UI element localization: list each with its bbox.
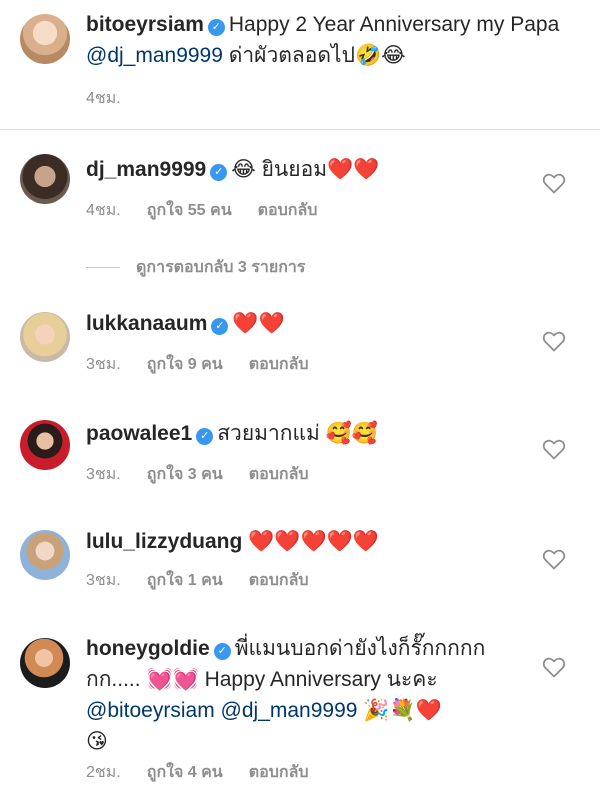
reply-button[interactable]: ตอบกลับ [249, 764, 309, 781]
comment-time: 3ชม. [86, 466, 121, 483]
comment-text: สวยมากแม่ [217, 422, 326, 445]
caption-text-thai: ด่าผัวตลอดไป [222, 44, 355, 67]
comment-likes[interactable]: ถูกใจ 3 คน [147, 466, 223, 483]
caption-time: 4ชม. [86, 90, 121, 107]
verified-badge-icon: ✓ [210, 164, 228, 181]
comment-meta: 4ชม. ถูกใจ 55 คน ตอบกลับ [86, 198, 343, 223]
caption-meta: 4ชม. [86, 86, 147, 111]
heart-outline-icon[interactable] [542, 438, 566, 460]
comment-likes[interactable]: ถูกใจ 55 คน [147, 202, 232, 219]
comment-body: paowalee1 ✓ สวยมากแม่ 🥰🥰 [86, 418, 530, 449]
verified-badge-icon: ✓ [213, 643, 231, 660]
heart-outline-icon[interactable] [542, 330, 566, 352]
comment-emojis: 🥰🥰 [325, 421, 379, 445]
divider-line [86, 267, 120, 268]
comment-avatar[interactable] [20, 312, 70, 362]
comment-username[interactable]: paowalee1 [86, 422, 192, 445]
reply-button[interactable]: ตอบกลับ [249, 466, 309, 483]
heart-outline-icon[interactable] [542, 656, 566, 678]
caption-author-avatar[interactable] [20, 14, 70, 64]
caption-username[interactable]: bitoeyrsiam [86, 13, 204, 36]
reply-button[interactable]: ตอบกลับ [249, 572, 309, 589]
caption-mention[interactable]: @dj_man9999 [86, 44, 223, 67]
comment-text: กก..... [86, 668, 147, 691]
comment-avatar[interactable] [20, 420, 70, 470]
comment-avatar[interactable] [20, 638, 70, 688]
post-caption: bitoeyrsiam ✓ Happy 2 Year Anniversary my … [0, 0, 600, 130]
comment-meta: 3ชม. ถูกใจ 1 คน ตอบกลับ [86, 568, 335, 593]
caption-text: Happy 2 Year Anniversary my Papa [228, 13, 560, 36]
comment-username[interactable]: honeygoldie [86, 637, 210, 660]
comment-body: dj_man9999 ✓ 😂 ยินยอม❤️❤️ [86, 154, 530, 185]
comment-emoji: 😂 [231, 157, 256, 181]
comment-meta: 3ชม. ถูกใจ 9 คน ตอบกลับ [86, 352, 335, 377]
comment-body: lukkanaaum ✓ ❤️❤️ [86, 308, 530, 339]
comment-time: 2ชม. [86, 764, 121, 781]
comment-likes[interactable]: ถูกใจ 1 คน [147, 572, 223, 589]
verified-badge-icon: ✓ [211, 318, 229, 335]
view-replies-button[interactable]: ดูการตอบกลับ 3 รายการ [86, 255, 305, 280]
comment-emojis: ❤️❤️ [232, 311, 285, 335]
comment-emoji: 😘 [86, 729, 108, 753]
comment-emojis: 🎉💐❤️ [363, 698, 442, 722]
comment-mention[interactable]: @dj_man9999 [221, 699, 358, 722]
heart-outline-icon[interactable] [542, 172, 566, 194]
comment-time: 3ชม. [86, 356, 121, 373]
comment-username[interactable]: lukkanaaum [86, 312, 207, 335]
comment-text: ยินยอม [255, 158, 328, 181]
comment-text: Happy Anniversary นะคะ [198, 668, 438, 691]
comment-mention[interactable]: @bitoeyrsiam [86, 699, 215, 722]
verified-badge-icon: ✓ [196, 428, 214, 445]
comment-meta: 2ชม. ถูกใจ 4 คน ตอบกลับ [86, 760, 335, 785]
comment-username[interactable]: dj_man9999 [86, 158, 206, 181]
comment-time: 4ชม. [86, 202, 121, 219]
comment-emojis: ❤️❤️❤️❤️❤️ [248, 529, 379, 553]
comment-body: honeygoldie ✓ พี่แมนบอกด่ายังไงก็รั๊กกกกก … [86, 634, 530, 757]
comment-likes[interactable]: ถูกใจ 9 คน [147, 356, 223, 373]
caption-body: bitoeyrsiam ✓ Happy 2 Year Anniversary my … [86, 10, 570, 71]
comment-text: พี่แมนบอกด่ายังไงก็รั๊กกกกก [234, 637, 486, 660]
comment-username[interactable]: lulu_lizzyduang [86, 530, 242, 553]
reply-button[interactable]: ตอบกลับ [249, 356, 309, 373]
verified-badge-icon: ✓ [207, 19, 225, 36]
comment-time: 3ชม. [86, 572, 121, 589]
comment-avatar[interactable] [20, 154, 70, 204]
reply-button[interactable]: ตอบกลับ [258, 202, 318, 219]
view-replies-label: ดูการตอบกลับ 3 รายการ [136, 259, 306, 276]
comment-body: lulu_lizzyduang ❤️❤️❤️❤️❤️ [86, 526, 530, 557]
heart-outline-icon[interactable] [542, 548, 566, 570]
comment-likes[interactable]: ถูกใจ 4 คน [147, 764, 223, 781]
caption-emojis: 🤣😂 [354, 43, 406, 67]
comment-hearts: 💓💓 [146, 667, 199, 691]
comment-emojis: ❤️❤️ [327, 157, 380, 181]
comment-meta: 3ชม. ถูกใจ 3 คน ตอบกลับ [86, 462, 335, 487]
comment-avatar[interactable] [20, 530, 70, 580]
